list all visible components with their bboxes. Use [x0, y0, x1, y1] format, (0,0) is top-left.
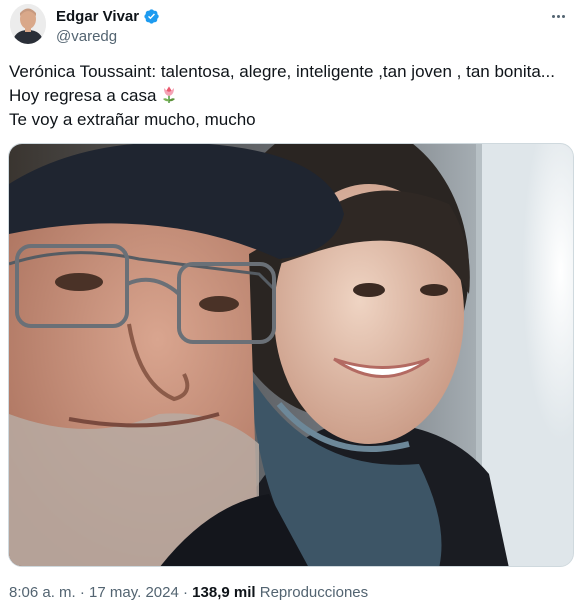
author-name-row[interactable]: Edgar Vivar [56, 8, 160, 25]
tweet-header: Edgar Vivar @varedg [10, 4, 574, 48]
tweet-text: Verónica Toussaint: talentosa, alegre, i… [9, 60, 577, 132]
tweet-date[interactable]: 17 may. 2024 [89, 584, 179, 601]
verified-badge-icon [144, 9, 159, 24]
meta-separator: · [75, 584, 90, 601]
tweet-line-text: Hoy regresa a casa [9, 86, 157, 105]
meta-separator: · [178, 584, 193, 601]
more-options-icon[interactable] [544, 4, 572, 28]
avatar[interactable] [10, 4, 46, 44]
tulip-emoji-icon [163, 86, 176, 103]
tweet-line: Te voy a extrañar mucho, mucho [9, 110, 256, 129]
tweet-photo[interactable] [8, 143, 574, 567]
author-handle[interactable]: @varedg [56, 28, 117, 45]
tweet-line-with-emoji: Hoy regresa a casa [9, 84, 577, 108]
views-count[interactable]: 138,9 mil [192, 584, 255, 601]
author-display-name[interactable]: Edgar Vivar [56, 8, 139, 25]
tweet-time[interactable]: 8:06 a. m. [9, 584, 76, 601]
views-label: Reproducciones [259, 584, 369, 601]
tweet-meta: 8:06 a. m. · 17 may. 2024 · 138,9 mil Re… [9, 584, 368, 601]
tweet-line: Verónica Toussaint: talentosa, alegre, i… [9, 62, 555, 81]
